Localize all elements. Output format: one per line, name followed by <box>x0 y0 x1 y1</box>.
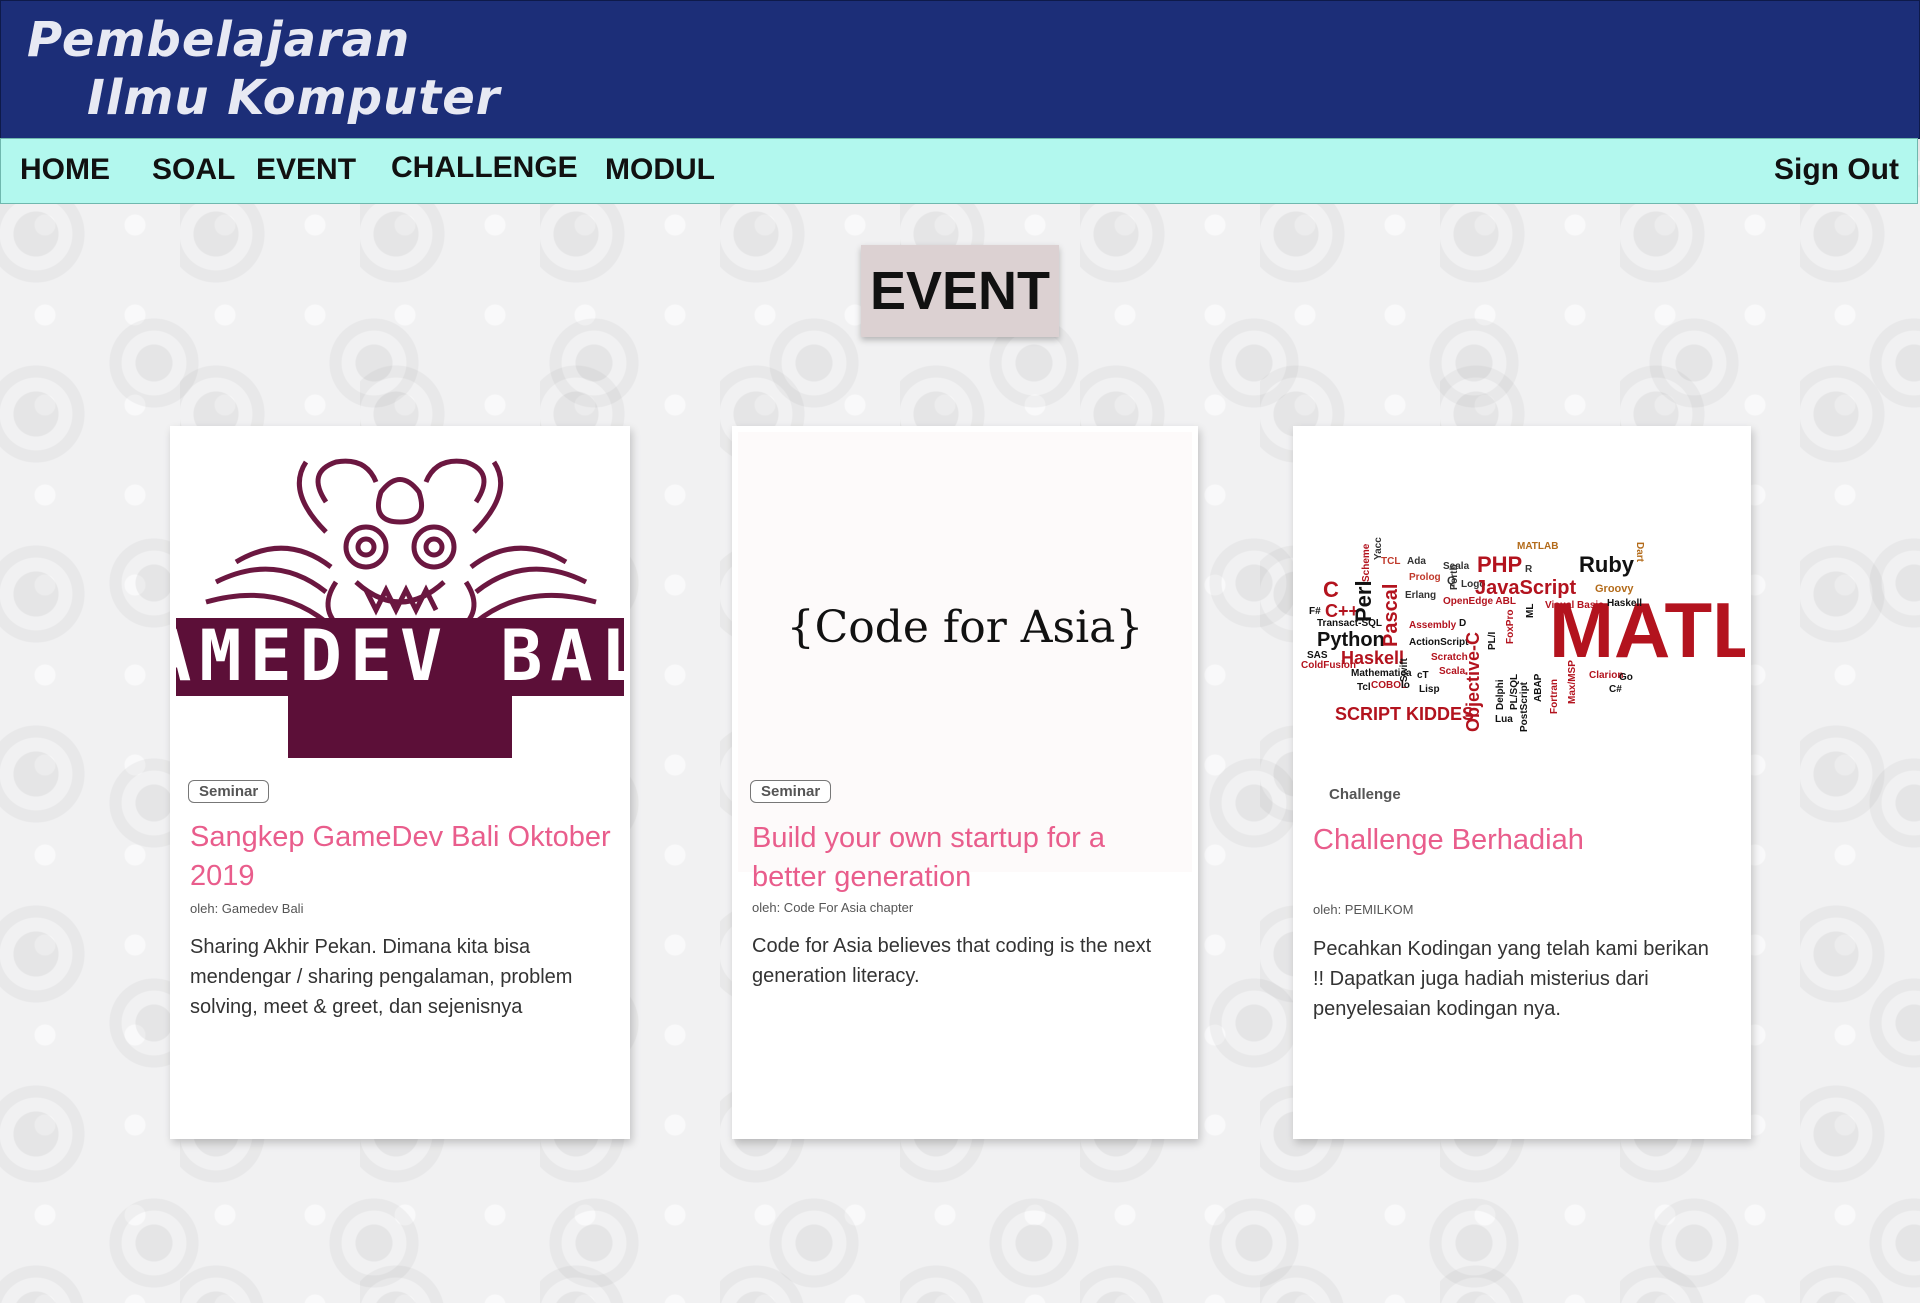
word-ct: cT <box>1417 670 1429 681</box>
brand-title[interactable]: Pembelajaran Ilmu Komputer <box>27 11 500 127</box>
word-perl: Perl <box>1351 580 1376 622</box>
word-transact-sql: Transact-SQL <box>1317 618 1382 629</box>
nav-challenge[interactable]: CHALLENGE <box>391 151 578 185</box>
event-card-code-for-asia[interactable]: {Code for Asia} Seminar Build your own s… <box>732 426 1198 1139</box>
word-script-kiddes: SCRIPT KIDDES <box>1335 704 1474 724</box>
word-foxpro: FoxPro <box>1505 610 1516 644</box>
nav-modul[interactable]: MODUL <box>605 153 715 187</box>
event-author: oleh: Code For Asia chapter <box>752 900 914 915</box>
brand-line-1: Pembelajaran <box>27 12 411 68</box>
word-c: C <box>1323 577 1339 602</box>
word-scheme: Scheme <box>1361 543 1372 582</box>
event-title[interactable]: Build your own startup for a better gene… <box>752 819 1186 897</box>
word-objective-c: Objective-C <box>1463 632 1483 732</box>
word-cloud-icon: MATLAB MATLAB Dart TCL Ada Scala PHP Rub… <box>1301 537 1745 732</box>
word-prolog: Prolog <box>1409 572 1441 583</box>
word-csharp: C# <box>1609 684 1622 695</box>
gamedev-bali-logo: GAMEDEV BALI <box>176 432 624 762</box>
word-fortran: Fortran <box>1549 679 1560 714</box>
nav-soal[interactable]: SOAL <box>152 153 235 187</box>
word-assembly: Assembly <box>1409 620 1457 631</box>
word-pascal: Pascal <box>1380 584 1402 647</box>
word-visual-basic: Visual Basic <box>1545 600 1604 611</box>
word-dart: Dart <box>1634 542 1645 563</box>
word-postscript: PostScript <box>1519 681 1530 732</box>
word-yacc: Yacc <box>1373 537 1384 560</box>
word-actionscript: ActionScript <box>1409 637 1469 648</box>
word-ada: Ada <box>1407 556 1426 567</box>
barong-mask-icon: GAMEDEV BALI <box>176 458 624 758</box>
brand-line-2: Ilmu Komputer <box>87 70 501 126</box>
word-php: PHP <box>1477 552 1522 577</box>
page-heading-box: EVENT <box>861 245 1059 337</box>
word-ml: ML <box>1525 604 1536 618</box>
word-scala-2: Scala <box>1439 666 1466 677</box>
word-pli: PL/I <box>1487 631 1498 650</box>
word-openedge: OpenEdge ABL <box>1443 596 1516 607</box>
word-tcl-2: Tcl <box>1357 682 1371 693</box>
word-lua: Lua <box>1495 714 1513 725</box>
word-ruby: Ruby <box>1579 552 1635 577</box>
programming-language-word-cloud: MATLAB MATLAB Dart TCL Ada Scala PHP Rub… <box>1299 432 1745 762</box>
word-coldfusion: ColdFusion <box>1301 660 1356 671</box>
word-go: Go <box>1619 672 1633 683</box>
page-title: EVENT <box>869 261 1051 321</box>
word-forth: Forth <box>1449 564 1460 590</box>
word-fsharp: F# <box>1309 606 1321 617</box>
sign-out-link[interactable]: Sign Out <box>1774 153 1899 187</box>
word-delphi: Delphi <box>1495 679 1506 710</box>
site-header: Pembelajaran Ilmu Komputer <box>0 0 1920 139</box>
nav-home[interactable]: HOME <box>20 153 110 187</box>
event-card-gamedev[interactable]: GAMEDEV BALI Seminar Sangkep GameDev Bal… <box>170 426 630 1139</box>
word-haskell-small: Haskell <box>1607 598 1642 609</box>
word-abap: ABAP <box>1533 673 1544 702</box>
word-d: D <box>1459 618 1466 629</box>
code-for-asia-logo-text: {Code for Asia} <box>786 602 1144 653</box>
event-category-badge: Challenge <box>1329 786 1401 803</box>
word-lisp: Lisp <box>1419 684 1440 695</box>
event-description: Sharing Akhir Pekan. Dimana kita bisa me… <box>190 936 573 1018</box>
event-author: oleh: PEMILKOM <box>1313 902 1414 917</box>
word-groovy: Groovy <box>1595 583 1634 595</box>
event-card-challenge[interactable]: MATLAB MATLAB Dart TCL Ada Scala PHP Rub… <box>1293 426 1751 1139</box>
word-erlang: Erlang <box>1405 590 1436 601</box>
event-author: oleh: Gamedev Bali <box>190 901 304 916</box>
main-nav: HOME SOAL EVENT CHALLENGE MODUL Sign Out <box>0 138 1918 204</box>
event-description: Pecahkan Kodingan yang telah kami berika… <box>1313 938 1709 1020</box>
word-io: Io <box>1401 680 1410 691</box>
gamedev-bali-wordmark: GAMEDEV BALI <box>176 615 624 697</box>
nav-event[interactable]: EVENT <box>256 153 356 187</box>
code-for-asia-banner: {Code for Asia} <box>738 432 1192 872</box>
event-title[interactable]: Challenge Berhadiah <box>1313 821 1739 860</box>
word-r: R <box>1525 564 1533 575</box>
word-matlab: MATLAB <box>1517 541 1558 552</box>
event-category-badge: Seminar <box>750 780 832 803</box>
event-title[interactable]: Sangkep GameDev Bali Oktober 2019 <box>190 818 618 896</box>
word-mathematica: Mathematica <box>1351 668 1412 679</box>
event-description: Code for Asia believes that coding is th… <box>752 935 1152 987</box>
event-category-badge: Seminar <box>188 780 270 803</box>
word-maxmsp: Max/MSP <box>1567 660 1578 704</box>
